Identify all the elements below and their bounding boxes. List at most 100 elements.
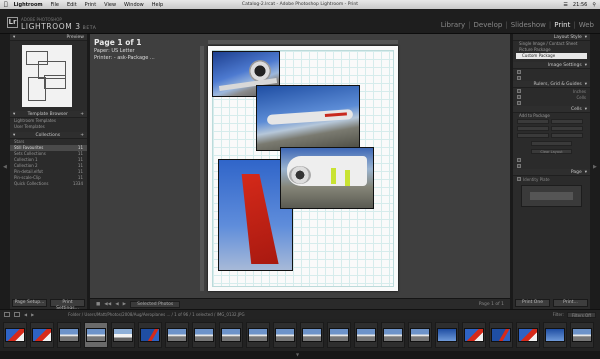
cells-header[interactable]: Cells ▾	[513, 106, 590, 113]
filmstrip-thumbnail[interactable]	[138, 322, 162, 348]
filmstrip-thumbnail[interactable]	[165, 322, 189, 348]
image-settings-title: Image Settings	[547, 62, 582, 68]
triangle-left-icon: ◀	[3, 164, 7, 170]
window-title: Catalog-2.lrcat - Adobe Photoshop Lightr…	[241, 2, 359, 7]
disclosure-icon: ▾	[584, 81, 587, 87]
filmstrip-thumbnail[interactable]	[30, 322, 54, 348]
thumbnail-image	[302, 328, 322, 342]
cell-size-button[interactable]	[551, 126, 583, 131]
filmstrip-path[interactable]: Folder / Users/Matt/Photos/2008/Aug/Aero…	[68, 312, 244, 317]
left-panel-toggle[interactable]: ◀	[0, 34, 10, 309]
next-page-icon[interactable]: ▶	[123, 302, 126, 307]
filmstrip-thumbnail[interactable]	[462, 322, 486, 348]
new-page-button[interactable]	[531, 141, 572, 146]
wifi-icon[interactable]: ☰	[563, 2, 567, 8]
add-collection-icon[interactable]: +	[80, 133, 84, 138]
cell-size-button[interactable]	[517, 133, 549, 138]
cell-size-button[interactable]	[517, 119, 549, 124]
template-browser-header[interactable]: ▾ Template Browser +	[10, 111, 87, 118]
first-page-icon[interactable]: ◀◀	[104, 302, 111, 307]
checkbox[interactable]	[517, 76, 521, 80]
print-button[interactable]: Print...	[553, 299, 588, 307]
print-one-button[interactable]: Print One	[515, 299, 550, 307]
filmstrip-toggle[interactable]: ▼	[0, 351, 600, 359]
print-settings-button[interactable]: Print Settings...	[50, 299, 85, 311]
module-library[interactable]: Library	[441, 21, 465, 29]
filmstrip-thumbnail[interactable]	[516, 322, 540, 348]
photo-cell-plane[interactable]	[256, 85, 360, 151]
prev-page-icon[interactable]: ◀	[115, 302, 118, 307]
filmstrip-thumbnail[interactable]	[381, 322, 405, 348]
page-setup-button[interactable]: Page Setup...	[12, 299, 47, 307]
module-print[interactable]: Print	[554, 21, 570, 29]
cell-size-button[interactable]	[551, 119, 583, 124]
filmstrip-thumbnail[interactable]	[408, 322, 432, 348]
collections-header[interactable]: ▾ Collections +	[10, 132, 87, 139]
filmstrip-thumbnail[interactable]	[3, 322, 27, 348]
rulers-grid-header[interactable]: Rulers, Grid & Guides ▾	[513, 81, 590, 88]
photo-border-checkbox[interactable]	[517, 158, 521, 162]
module-develop[interactable]: Develop	[474, 21, 503, 29]
inner-stroke-checkbox[interactable]	[517, 164, 521, 168]
template-browser-title: Template Browser	[27, 111, 68, 117]
filmstrip-thumbnail[interactable]	[543, 322, 567, 348]
page-header[interactable]: Page ▾	[513, 169, 590, 176]
grid-snap[interactable]: Cells	[576, 95, 586, 100]
filmstrip-thumbnail[interactable]	[84, 322, 108, 348]
grid-view-icon[interactable]	[4, 312, 10, 317]
add-template-icon[interactable]: +	[80, 112, 84, 117]
filmstrip-thumbnail[interactable]	[192, 322, 216, 348]
identity-plate-checkbox[interactable]	[517, 177, 521, 181]
layout-style-header[interactable]: Layout Style ▾	[513, 34, 590, 41]
template-folder[interactable]: User Templates	[10, 124, 87, 130]
disclosure-icon: ▾	[584, 106, 587, 112]
guides-checkbox[interactable]	[517, 101, 521, 105]
clock[interactable]: 21:56	[573, 2, 587, 8]
identity-plate-preview[interactable]	[521, 185, 582, 207]
rulers-units[interactable]: Inches	[573, 89, 586, 94]
thumbnail-image	[248, 328, 268, 342]
back-icon[interactable]: ◀	[24, 312, 27, 317]
thumbnail-image	[167, 328, 187, 342]
forward-icon[interactable]: ▶	[31, 312, 34, 317]
filter-dropdown[interactable]: Filters Off	[566, 311, 596, 318]
thumbnail-image	[410, 328, 430, 342]
rulers-checkbox[interactable]	[517, 89, 521, 93]
preview-header[interactable]: ▾ Preview	[10, 34, 87, 41]
filmstrip-thumbnail[interactable]	[273, 322, 297, 348]
use-selection-dropdown[interactable]: Selected Photos	[130, 300, 181, 308]
filmstrip-thumbnail[interactable]	[435, 322, 459, 348]
filmstrip-thumbnail[interactable]	[327, 322, 351, 348]
filmstrip-thumbnail[interactable]	[570, 322, 594, 348]
spotlight-icon[interactable]: ⚲	[592, 2, 596, 8]
thumbnail-image	[464, 328, 484, 342]
layout-style-option-selected[interactable]: Custom Package	[516, 53, 587, 59]
clear-layout-button[interactable]: Clear Layout	[531, 149, 572, 154]
filmstrip-thumbnail[interactable]	[111, 322, 135, 348]
thumbnail-image	[113, 328, 133, 342]
filmstrip-thumbnail[interactable]	[354, 322, 378, 348]
grid-checkbox[interactable]	[517, 95, 521, 99]
fuselage-image	[287, 156, 367, 186]
module-web[interactable]: Web	[579, 21, 594, 29]
cell-size-button[interactable]	[551, 133, 583, 138]
collection-item[interactable]: Quick Collections 1334	[10, 181, 87, 187]
right-panel-toggle[interactable]: ▶	[590, 34, 600, 309]
checkbox[interactable]	[517, 70, 521, 74]
filmstrip-thumbnail[interactable]	[219, 322, 243, 348]
filmstrip-thumbnail[interactable]	[246, 322, 270, 348]
filmstrip-thumbnail[interactable]	[57, 322, 81, 348]
ground-crew-image	[345, 170, 350, 186]
second-window-icon[interactable]	[14, 312, 20, 317]
filmstrip-thumbnail[interactable]	[300, 322, 324, 348]
thumbnail-image	[140, 328, 160, 342]
vertical-ruler	[200, 46, 204, 291]
filmstrip-thumbnail[interactable]	[489, 322, 513, 348]
square-icon[interactable]: ■	[96, 302, 100, 307]
photo-cell-crew[interactable]	[280, 147, 374, 209]
filmstrip[interactable]	[0, 319, 600, 351]
cell-size-button[interactable]	[517, 126, 549, 131]
module-slideshow[interactable]: Slideshow	[511, 21, 546, 29]
image-settings-header[interactable]: Image Settings ▾	[513, 62, 590, 69]
disclosure-icon: ▾	[13, 34, 16, 40]
